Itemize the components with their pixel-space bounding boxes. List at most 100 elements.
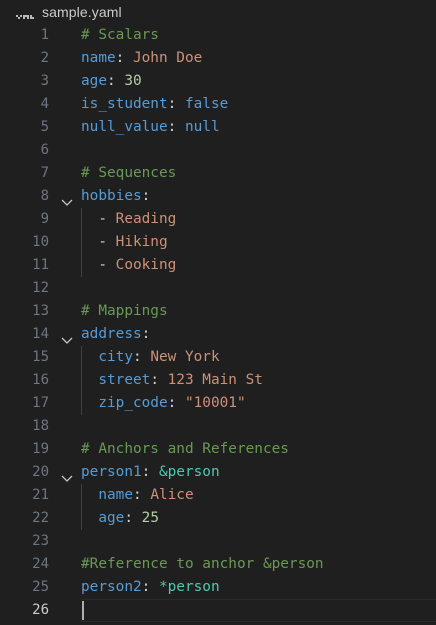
- yaml-number: 30: [124, 73, 142, 89]
- chevron-down-icon[interactable]: [61, 468, 73, 482]
- code-editor[interactable]: 1 # Scalars 2 name: John Doe 3 age: 30 4 is_stu…: [0, 24, 436, 625]
- line-number: 23: [32, 533, 49, 549]
- code-text: null_value: null: [81, 116, 220, 139]
- yaml-colon: :: [132, 349, 151, 365]
- code-text: - Reading: [81, 208, 176, 231]
- yaml-colon: :: [115, 50, 133, 66]
- yaml-anchor: *person: [158, 579, 220, 595]
- code-line[interactable]: 26: [0, 599, 436, 622]
- line-number: 18: [32, 418, 49, 434]
- code-line[interactable]: 6: [0, 139, 436, 162]
- code-line[interactable]: 21 name: Alice: [0, 484, 436, 507]
- code-line[interactable]: 19 # Anchors and References: [0, 438, 436, 461]
- line-number: 3: [40, 73, 49, 89]
- code-line[interactable]: 5 null_value: null: [0, 116, 436, 139]
- yaml-key: zip_code: [98, 395, 168, 411]
- line-number: 13: [32, 303, 49, 319]
- line-number: 6: [40, 142, 49, 158]
- line-number: 22: [32, 510, 49, 526]
- code-line[interactable]: 17 zip_code: "10001": [0, 392, 436, 415]
- yaml-key: name: [81, 50, 116, 66]
- chevron-down-icon[interactable]: [61, 330, 73, 344]
- yaml-key: is_student: [81, 96, 168, 112]
- code-text: #Reference to anchor &person: [81, 553, 324, 576]
- code-line[interactable]: 18: [0, 415, 436, 438]
- yaml-string: Reading: [115, 211, 177, 227]
- code-text: # Anchors and References: [81, 438, 289, 461]
- code-line[interactable]: 14 address:: [0, 323, 436, 346]
- yaml-colon: :: [124, 510, 142, 526]
- line-number: 9: [40, 211, 49, 227]
- code-line[interactable]: 22 age: 25: [0, 507, 436, 530]
- yaml-colon: :: [107, 73, 125, 89]
- code-line[interactable]: 16 street: 123 Main St: [0, 369, 436, 392]
- yaml-colon: :: [167, 119, 185, 135]
- line-number: 2: [40, 50, 49, 66]
- yaml-key: city: [98, 349, 133, 365]
- yaml-colon: :: [132, 487, 151, 503]
- code-text: zip_code: "10001": [81, 392, 246, 415]
- line-number: 20: [32, 464, 49, 480]
- line-number: 7: [40, 165, 49, 181]
- yaml-key: street: [98, 372, 151, 388]
- code-text: address:: [81, 323, 150, 346]
- code-line[interactable]: 13 # Mappings: [0, 300, 436, 323]
- code-text: # Mappings: [81, 300, 168, 323]
- code-line[interactable]: 12: [0, 277, 436, 300]
- list-dash: -: [81, 257, 116, 273]
- yaml-comment: # Sequences: [81, 165, 177, 181]
- yaml-colon: :: [150, 372, 168, 388]
- yaml-key: null_value: [81, 119, 168, 135]
- code-line[interactable]: 10 - Hiking: [0, 231, 436, 254]
- code-line[interactable]: 1 # Scalars: [0, 24, 436, 47]
- line-number: 10: [32, 234, 49, 250]
- line-number: 19: [32, 441, 49, 457]
- code-line[interactable]: 9 - Reading: [0, 208, 436, 231]
- yaml-string: "10001": [184, 395, 246, 411]
- line-number: 15: [32, 349, 49, 365]
- line-number: 17: [32, 395, 49, 411]
- code-line[interactable]: 25 person2: *person: [0, 576, 436, 599]
- line-number: 16: [32, 372, 49, 388]
- code-line[interactable]: 15 city: New York: [0, 346, 436, 369]
- tab-sample-yaml[interactable]: sample.yaml: [16, 3, 122, 21]
- code-line[interactable]: 11 - Cooking: [0, 254, 436, 277]
- line-number: 8: [40, 188, 49, 204]
- code-line[interactable]: 4 is_student: false: [0, 93, 436, 116]
- line-number: 21: [32, 487, 49, 503]
- line-number: 5: [40, 119, 49, 135]
- yaml-number: 25: [141, 510, 159, 526]
- code-line[interactable]: 24 #Reference to anchor &person: [0, 553, 436, 576]
- code-line[interactable]: 7 # Sequences: [0, 162, 436, 185]
- yaml-string: Hiking: [115, 234, 168, 250]
- code-line[interactable]: 3 age: 30: [0, 70, 436, 93]
- yaml-key: name: [98, 487, 133, 503]
- code-line[interactable]: 20 person1: &person: [0, 461, 436, 484]
- code-text: - Cooking: [81, 254, 176, 277]
- line-number: 11: [32, 257, 49, 273]
- list-dash: -: [81, 211, 116, 227]
- yaml-string: 123 Main St: [167, 372, 263, 388]
- code-line[interactable]: 2 name: John Doe: [0, 47, 436, 70]
- code-text: # Scalars: [81, 24, 159, 47]
- yaml-colon: :: [141, 579, 159, 595]
- yaml-colon: :: [141, 464, 159, 480]
- yaml-key: age: [98, 510, 125, 526]
- code-line[interactable]: 8 hobbies:: [0, 185, 436, 208]
- list-dash: -: [81, 234, 116, 250]
- line-number: 24: [32, 556, 49, 572]
- line-number: 12: [32, 280, 49, 296]
- yaml-colon: :: [141, 326, 151, 342]
- chevron-down-icon[interactable]: [61, 192, 73, 206]
- yaml-string: Cooking: [115, 257, 177, 273]
- yaml-key: hobbies: [81, 188, 142, 204]
- yaml-literal: false: [184, 96, 229, 112]
- yaml-anchor: &person: [158, 464, 220, 480]
- yaml-comment: #Reference to anchor &person: [81, 556, 324, 572]
- current-line-highlight: [81, 599, 436, 622]
- code-line[interactable]: 23: [0, 530, 436, 553]
- tab-filename: sample.yaml: [42, 4, 122, 20]
